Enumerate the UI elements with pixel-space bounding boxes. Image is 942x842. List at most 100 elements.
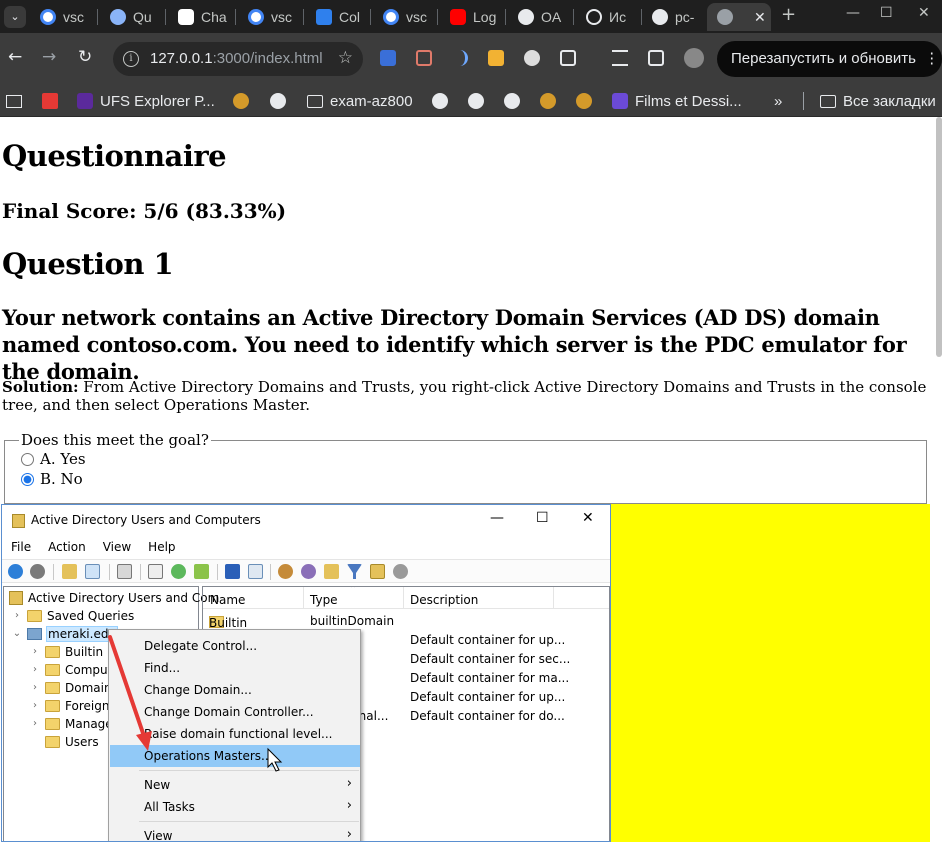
ctx-raise-level: Raise domain functional level... [144, 727, 333, 741]
bookmark-folder-exam-az800[interactable]: exam-az800 [307, 91, 413, 111]
option-no-radio[interactable] [21, 472, 34, 486]
tab-4[interactable]: vsc [238, 3, 292, 31]
tab-active[interactable]: ✕ [707, 3, 771, 31]
extension-icon[interactable] [524, 50, 540, 66]
goal-legend: Does this meet the goal? [21, 431, 209, 449]
column-type: Type [310, 593, 338, 607]
tab-6[interactable]: vsc [373, 3, 427, 31]
folder-icon [307, 94, 323, 108]
show-tree-icon [85, 564, 100, 579]
bookmark-icon-item[interactable] [576, 91, 592, 111]
side-panel-icon[interactable] [648, 50, 664, 66]
tab-5[interactable]: Col [306, 3, 360, 31]
option-yes[interactable]: A. Yes [21, 449, 912, 469]
page-content: Questionnaire Final Score: 5/6 (83.33%) … [0, 117, 942, 842]
extension-icon[interactable] [488, 50, 504, 66]
chatgpt-icon [178, 9, 194, 25]
tab-8[interactable]: OA [508, 3, 561, 31]
media-icon[interactable] [612, 50, 628, 66]
question-text: Your network contains an Active Director… [2, 305, 907, 384]
ctx-view: View › [144, 827, 352, 842]
back-icon[interactable]: ← [8, 47, 22, 67]
tab-2[interactable]: Qu [100, 3, 152, 31]
page-scrollbar[interactable] [936, 117, 942, 357]
reload-icon[interactable]: ↻ [78, 47, 92, 67]
bookmark-icon-item[interactable] [540, 91, 556, 111]
tab-7[interactable]: Log [440, 3, 496, 31]
puzzle-icon[interactable] [560, 50, 576, 66]
delegate-icon [393, 564, 408, 579]
github-icon [518, 9, 534, 25]
maximize-icon: ☐ [536, 510, 549, 526]
forward-icon[interactable]: → [42, 47, 56, 67]
folder-icon [45, 645, 60, 658]
ctx-find: Find... [144, 661, 181, 675]
tab-3[interactable]: Cha [168, 3, 227, 31]
properties-icon [148, 564, 163, 579]
maximize-icon[interactable]: ☐ [880, 5, 893, 21]
close-icon: ✕ [582, 510, 594, 526]
restart-update-button[interactable]: Перезапустить и обновить ⋮ [717, 41, 942, 77]
reading-list-icon[interactable] [6, 91, 22, 111]
menu-view: View [102, 540, 132, 554]
refresh-icon [171, 564, 186, 579]
folder-icon [45, 735, 60, 748]
page-title: Questionnaire [2, 139, 227, 173]
option-yes-radio[interactable] [21, 452, 34, 466]
option-no[interactable]: B. No [21, 469, 912, 489]
folder-icon [45, 699, 60, 712]
more-bookmarks-icon[interactable]: » [774, 91, 782, 111]
goal-fieldset: Does this meet the goal? A. Yes B. No [4, 431, 927, 504]
address-bar[interactable]: i 127.0.0.1:3000/index.html ☆ [113, 42, 363, 76]
close-window-icon[interactable]: ✕ [918, 5, 930, 21]
all-bookmarks-folder[interactable]: Все закладки [820, 91, 936, 111]
menu-action: Action [48, 540, 86, 554]
context-menu: Delegate Control... Find... Change Domai… [108, 629, 361, 842]
bookmark-films[interactable]: Films et Dessi... [612, 91, 742, 111]
list-header: Name ⌃ Type Description [203, 587, 609, 609]
bookmark-icon-item[interactable] [270, 91, 286, 111]
vscode-icon [316, 9, 332, 25]
new-user-icon [278, 564, 293, 579]
submenu-arrow-icon: › [346, 827, 352, 842]
wireless-icon[interactable] [452, 50, 468, 66]
bookmark-ufs-explorer[interactable]: UFS Explorer P... [77, 91, 215, 111]
youtube-icon [450, 9, 466, 25]
tree-managed: › Manage [33, 716, 113, 731]
new-ou-icon [324, 564, 339, 579]
bookmark-star-icon[interactable]: ☆ [338, 48, 353, 68]
tab-10[interactable]: pc- [642, 3, 694, 31]
close-tab-icon[interactable]: ✕ [754, 9, 766, 26]
aduc-window-title: Active Directory Users and Computers [31, 513, 261, 527]
bookmark-icon-item[interactable] [233, 91, 249, 111]
up-folder-icon [62, 564, 77, 579]
globe-icon [717, 9, 733, 25]
view-icon [248, 564, 263, 579]
aduc-screenshot: Active Directory Users and Computers — ☐… [1, 504, 611, 842]
folder-icon [45, 717, 60, 730]
avatar[interactable] [684, 48, 704, 68]
site-info-icon[interactable]: i [123, 51, 139, 67]
aduc-title-bar: Active Directory Users and Computers — ☐… [2, 505, 610, 537]
ctx-delegate-control: Delegate Control... [144, 639, 258, 653]
bookmark-icon-item[interactable] [42, 91, 58, 111]
new-tab-icon[interactable]: + [781, 4, 796, 25]
bookmark-icon-item[interactable] [468, 91, 484, 111]
tab-search-icon[interactable]: ⌄ [4, 6, 26, 28]
forward-arrow-icon [30, 564, 45, 579]
tab-9[interactable]: Ис [576, 3, 626, 31]
submenu-arrow-icon: › [346, 798, 352, 813]
tab-1[interactable]: vsc [30, 3, 84, 31]
bitwarden-icon[interactable] [380, 50, 396, 66]
ctx-operations-masters: Operations Masters... [110, 745, 360, 767]
bookmark-icon-item[interactable] [432, 91, 448, 111]
column-name: Name [210, 593, 246, 607]
google-icon [40, 9, 56, 25]
filter-icon [347, 564, 362, 579]
url-text: 127.0.0.1:3000/index.html [150, 50, 323, 67]
find-icon [370, 564, 385, 579]
screen-capture-icon[interactable] [416, 50, 432, 66]
minimize-icon[interactable]: — [846, 5, 860, 21]
new-group-icon [301, 564, 316, 579]
bookmark-icon-item[interactable] [504, 91, 520, 111]
